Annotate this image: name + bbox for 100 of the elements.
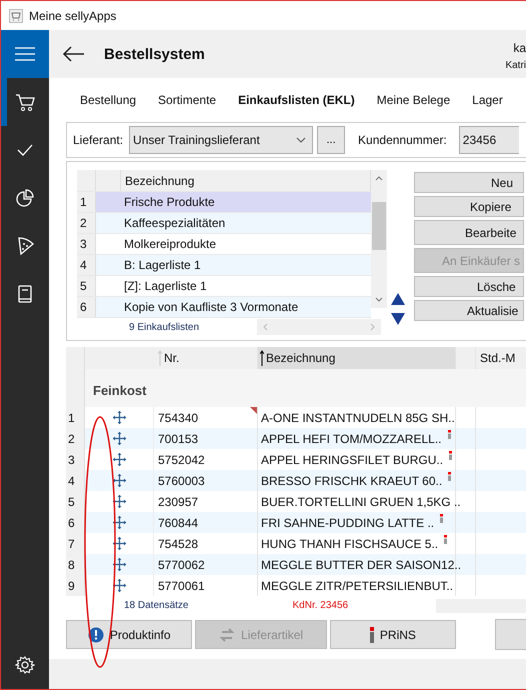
move-arrows-icon[interactable] [112, 431, 126, 446]
move-up-icon[interactable] [390, 292, 406, 306]
move-arrows-icon[interactable] [112, 515, 126, 530]
move-arrows-icon[interactable] [112, 410, 126, 425]
row-number: 3 [66, 449, 85, 470]
tab[interactable]: Einkaufslisten (EKL) [227, 93, 366, 107]
article-number: 760844 [158, 516, 198, 530]
list-name: [Z]: Lagerliste 1 [123, 278, 208, 295]
row-number: 9 [66, 575, 85, 596]
row-number: 1 [77, 192, 96, 212]
article-number: 5770061 [158, 578, 205, 592]
info-marker-icon [370, 626, 374, 642]
more-button[interactable]: ... [317, 126, 346, 154]
row-number: 5 [66, 491, 85, 512]
customer-number-note: KdNr. 23456 [292, 600, 348, 611]
article-name: MEGGLE BUTTER DER SAISON12.. [261, 558, 462, 572]
move-arrows-icon[interactable] [112, 473, 126, 488]
row-number: 1 [66, 407, 85, 428]
article-name: HUNG THANH FISCHSAUCE 5.. [261, 536, 438, 550]
article-number: 754528 [158, 536, 198, 550]
page-title: Bestellsystem [104, 46, 205, 62]
article-row[interactable]: 4 5760003 BRESSO FRISCHK KRAEUT 60.. [66, 470, 526, 491]
list-row[interactable]: 4 B: Lagerliste 1 [77, 255, 371, 276]
row-number: 8 [66, 554, 85, 575]
toolbar-button[interactable]: Produktinfo [66, 620, 192, 649]
article-number: 700153 [158, 432, 198, 446]
move-arrows-icon[interactable] [112, 452, 126, 467]
move-arrows-icon[interactable] [112, 494, 126, 509]
row-number: 3 [77, 234, 96, 254]
customer-number-label: Kundennummer: [358, 133, 447, 147]
article-number: 230957 [158, 494, 198, 508]
cart-icon [15, 92, 35, 112]
row-number: 2 [66, 428, 85, 449]
swap-arrows-icon [219, 626, 236, 642]
column-header[interactable]: Bezeichnung [258, 347, 456, 369]
list-row[interactable]: 5 [Z]: Lagerliste 1 [77, 276, 371, 297]
list-name: Molkereiprodukte [123, 236, 218, 253]
header-cell [66, 347, 85, 369]
group-header: Feinkost [93, 382, 146, 398]
list-row[interactable]: 1 Frische Produkte [77, 192, 371, 213]
row-number: 5 [77, 276, 96, 296]
article-name: A-ONE INSTANTNUDELN 85G SH.. [261, 410, 455, 424]
article-name: BUER.TORTELLINI GRUEN 1,5KG .. [261, 494, 461, 508]
customer-number-field[interactable]: 23456 [458, 126, 519, 154]
settings-icon [15, 655, 35, 675]
move-arrows-icon[interactable] [112, 536, 126, 551]
row-number: 6 [77, 297, 96, 317]
info-icon [88, 626, 104, 642]
list-action-button[interactable]: Kopiere [414, 196, 524, 217]
menu-button[interactable] [1, 30, 49, 78]
sort-arrow-icon [260, 350, 264, 366]
list-row[interactable]: 2 Kaffeespezialitäten [77, 213, 371, 234]
supplier-dropdown[interactable]: Unser Trainingslieferant [129, 126, 314, 154]
article-number: 5752042 [158, 452, 205, 466]
article-row[interactable]: 2 700153 APPEL HEFI TOM/MOZZARELL.. [66, 428, 526, 449]
list-action-button[interactable]: Lösche [414, 276, 524, 297]
tab[interactable]: Bestellung [66, 93, 148, 107]
list-name: Kopie von Kaufliste 3 Vormonate [123, 299, 300, 316]
article-row[interactable]: 8 5770062 MEGGLE BUTTER DER SAISON12.. [66, 554, 526, 575]
list-count: 9 Einkaufslisten [129, 322, 200, 332]
sort-arrow-icon [158, 350, 162, 366]
row-number: 7 [66, 533, 85, 554]
list-action-button[interactable]: Neu [414, 172, 524, 193]
article-name: APPEL HEFI TOM/MOZZARELL.. [261, 432, 442, 446]
list-row[interactable]: 6 Kopie von Kaufliste 3 Vormonate [77, 297, 371, 318]
article-number: 5770062 [158, 558, 205, 572]
tab[interactable]: Lager [461, 93, 514, 107]
app-icon [9, 8, 23, 22]
row-number: 4 [77, 255, 96, 275]
list-row[interactable]: 3 Molkereiprodukte [77, 234, 371, 255]
list-action-button[interactable]: Bearbeite [414, 220, 524, 245]
list-name: Frische Produkte [123, 194, 216, 211]
article-name: FRI SAHNE-PUDDING LATTE .. [261, 516, 434, 530]
list-name: B: Lagerliste 1 [123, 257, 202, 274]
article-row[interactable]: 6 760844 FRI SAHNE-PUDDING LATTE .. [66, 512, 526, 533]
article-name: MEGGLE ZITR/PETERSILIENBUT.. [261, 578, 454, 592]
move-arrows-icon[interactable] [112, 578, 126, 593]
list-name: Kaffeespezialitäten [123, 215, 226, 232]
move-down-icon[interactable] [390, 312, 406, 326]
move-arrows-icon[interactable] [112, 557, 126, 572]
user-initials: ka [513, 41, 526, 55]
record-count: 18 Datensätze [124, 600, 188, 611]
vertical-scrollbar[interactable] [371, 170, 387, 308]
chevron-down-icon [296, 137, 306, 143]
list-action-button[interactable]: Aktualisie [414, 300, 524, 321]
row-number: 4 [66, 470, 85, 491]
window-title: Meine sellyApps [29, 8, 116, 22]
horizontal-scrollbar[interactable] [257, 319, 381, 335]
menu-icon [15, 47, 35, 61]
toolbar-button[interactable]: PRiNS [330, 620, 456, 649]
article-name: APPEL HERINGSFILET BURGU.. [261, 452, 444, 466]
user-name: Katri [505, 60, 526, 71]
tab[interactable]: Sortimente [147, 93, 228, 107]
row-number: 6 [66, 512, 85, 533]
tab[interactable]: Meine Belege [366, 93, 462, 107]
article-number: 754340 [158, 410, 198, 424]
column-header[interactable]: Nr. [154, 347, 258, 369]
article-name: BRESSO FRISCHK KRAEUT 60.. [261, 474, 442, 488]
column-header[interactable]: Std.-M [476, 347, 526, 369]
pie-chart-icon [15, 188, 35, 208]
